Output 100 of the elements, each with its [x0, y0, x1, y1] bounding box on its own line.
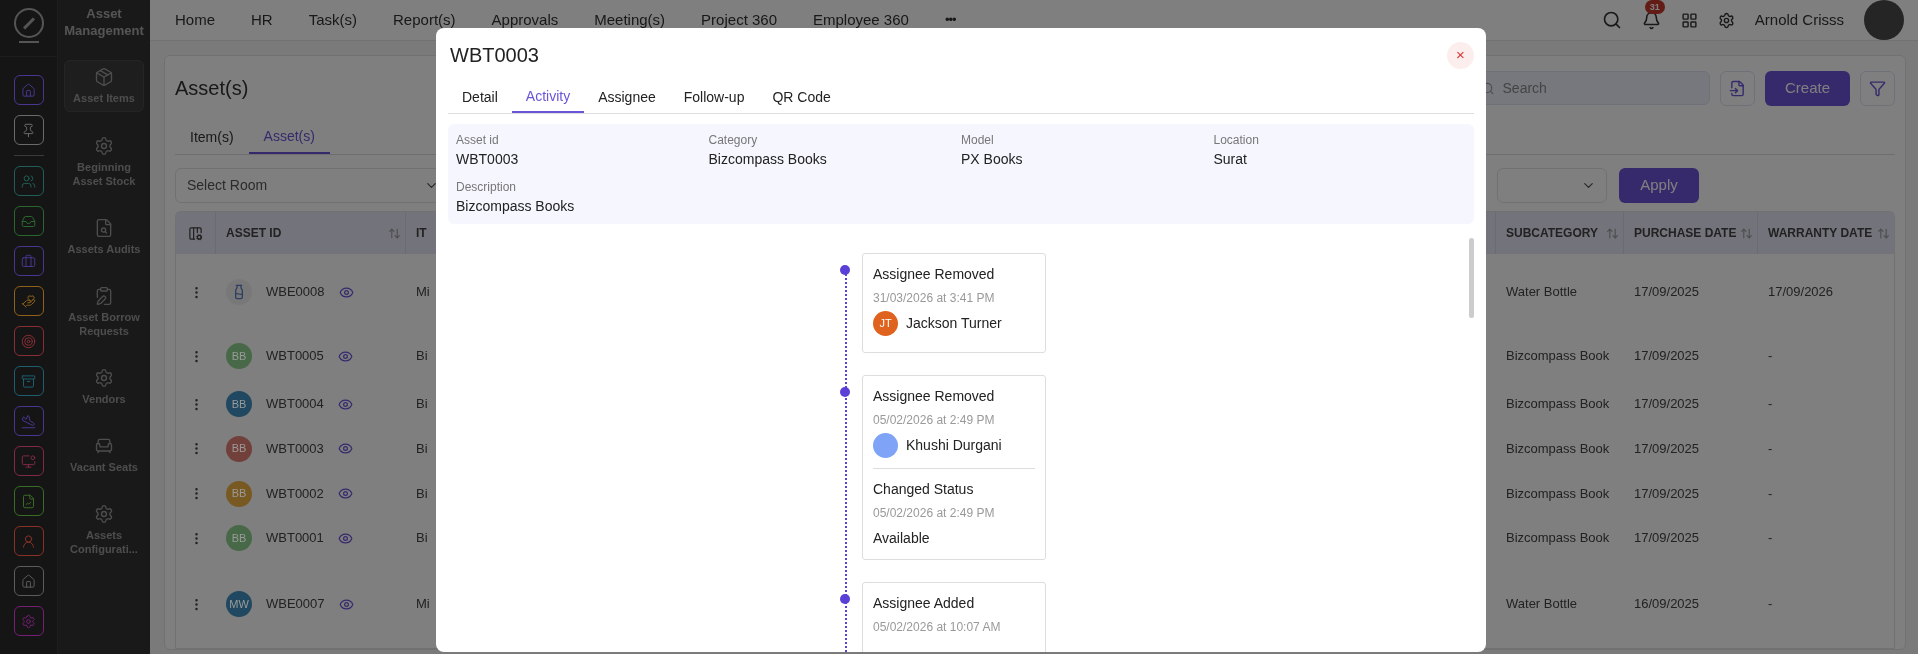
view-icon[interactable]: [337, 530, 353, 546]
dialog-tab[interactable]: QR Code: [758, 81, 845, 113]
page-tab[interactable]: Asset(s): [248, 120, 330, 154]
detail-label: Asset id: [456, 132, 500, 149]
file-import-icon: [1729, 79, 1746, 97]
settings-icon[interactable]: [1717, 11, 1735, 29]
house-icon[interactable]: [13, 566, 44, 596]
filter-button[interactable]: [1860, 70, 1895, 106]
dialog-tab[interactable]: Follow-up: [669, 81, 759, 113]
target-icon[interactable]: [13, 326, 44, 356]
apps-grid-icon[interactable]: [1680, 11, 1698, 29]
detail-label: Description: [456, 179, 518, 196]
pin-icon[interactable]: [13, 115, 44, 145]
table-cell-text: 17/09/2026: [1768, 283, 1834, 302]
table-cell-text: Bi: [416, 347, 428, 366]
table-cell-text: Bi: [416, 395, 428, 414]
clipboard-pen-icon: [94, 286, 114, 306]
initials-avatar: BB: [226, 343, 252, 369]
file-chart-icon[interactable]: [13, 486, 44, 516]
scrollbar-thumb[interactable]: [1469, 238, 1474, 318]
initials-avatar: BB: [226, 435, 252, 462]
view-icon[interactable]: [337, 486, 353, 501]
column-header: SUBCATEGORY: [1506, 225, 1598, 242]
initials-avatar: MW: [226, 591, 252, 617]
person-name: Jackson Turner: [906, 314, 1002, 333]
table-cell-text: Bi: [416, 484, 428, 503]
detail-value: WBT0003: [456, 150, 520, 169]
briefcase-icon[interactable]: [13, 246, 44, 276]
nav-link[interactable]: Meeting(s): [594, 8, 666, 32]
activity-time: 31/03/2026 at 3:41 PM: [873, 290, 996, 307]
activity-time: 05/02/2026 at 10:07 AM: [873, 619, 1002, 636]
search-input[interactable]: Search: [1502, 77, 1699, 99]
activity-title: Assignee Added: [873, 594, 976, 613]
people-icon[interactable]: [13, 166, 44, 196]
activity-title: Changed Status: [873, 480, 975, 499]
nav-link[interactable]: Home: [175, 8, 215, 32]
more-nav-button[interactable]: •••: [944, 10, 956, 30]
sort-icon[interactable]: [1606, 226, 1619, 240]
dialog-tab[interactable]: Assignee: [584, 81, 670, 113]
nav-link[interactable]: Report(s): [393, 8, 456, 32]
table-cell-text: Bizcompass Book: [1506, 347, 1610, 366]
user-name: Arnold Crisss: [1754, 9, 1844, 30]
search-icon[interactable]: [1601, 10, 1622, 30]
asset-id-text: WBT0004: [266, 395, 324, 414]
close-button[interactable]: ×: [1447, 41, 1474, 69]
nav-link[interactable]: Employee 360: [813, 8, 909, 32]
table-cell-text: Mi: [416, 283, 430, 302]
person-avatar: JT: [873, 311, 898, 336]
monitor-icon[interactable]: [13, 446, 44, 476]
detail-label: Category: [708, 132, 759, 149]
sort-icon[interactable]: [388, 226, 401, 240]
sort-icon[interactable]: [1877, 226, 1890, 240]
table-cell-text: Bizcompass Book: [1506, 395, 1610, 414]
view-icon[interactable]: [338, 596, 354, 612]
table-cell-text: Bi: [416, 439, 428, 458]
apply-button[interactable]: Apply: [1619, 167, 1699, 203]
dialog-tab[interactable]: Detail: [448, 81, 512, 113]
nav-link[interactable]: HR: [251, 8, 273, 32]
table-cell-text: 17/09/2025: [1634, 395, 1700, 414]
import-file-button[interactable]: [1720, 70, 1755, 106]
column-header: ASSET ID: [226, 225, 282, 242]
initials-avatar: BB: [226, 525, 252, 551]
archive-icon[interactable]: [13, 366, 44, 396]
plane-icon[interactable]: [13, 406, 44, 436]
table-cell-text: Bizcompass Book: [1506, 529, 1610, 548]
person-name: Khushi Durgani: [906, 436, 1002, 455]
table-cell-text: -: [1768, 484, 1773, 503]
column-settings-icon[interactable]: [188, 225, 203, 241]
view-icon[interactable]: [338, 284, 354, 300]
asset-id-text: WBT0002: [266, 484, 324, 503]
table-cell-text: Bi: [416, 529, 428, 548]
person-icon[interactable]: [13, 526, 44, 556]
inbox-icon[interactable]: [13, 206, 44, 236]
column-header: IT: [416, 225, 427, 242]
user-avatar[interactable]: [1864, 0, 1904, 40]
sort-icon[interactable]: [1740, 226, 1753, 240]
nav-link[interactable]: Project 360: [701, 8, 777, 32]
status-value: Available: [873, 529, 931, 548]
table-cell-text: -: [1768, 347, 1773, 366]
home-icon[interactable]: [13, 75, 44, 105]
hands-icon[interactable]: [13, 286, 44, 316]
column-header: PURCHASE DATE: [1634, 225, 1737, 242]
page-tab[interactable]: Item(s): [175, 120, 249, 154]
view-icon[interactable]: [337, 348, 353, 364]
dialog-tab[interactable]: Activity: [511, 81, 585, 113]
asset-id-text: WBT0001: [266, 529, 324, 548]
view-icon[interactable]: [337, 441, 353, 456]
nav-link[interactable]: Approvals: [491, 8, 559, 32]
bottle-thumbnail-icon: [226, 279, 252, 305]
detail-value: Bizcompass Books: [708, 150, 828, 169]
nav-link[interactable]: Task(s): [308, 8, 358, 32]
settings-icon: [94, 136, 114, 156]
column-header: WARRANTY DATE: [1768, 225, 1873, 242]
asset-id-text: WBE0007: [266, 595, 325, 614]
create-button[interactable]: Create: [1765, 70, 1850, 106]
dialog-title: WBT0003: [449, 43, 539, 68]
notification-count-badge: 31: [1644, 0, 1665, 14]
settings-icon[interactable]: [13, 606, 44, 636]
initials-avatar: BB: [226, 480, 252, 507]
view-icon[interactable]: [337, 396, 353, 412]
